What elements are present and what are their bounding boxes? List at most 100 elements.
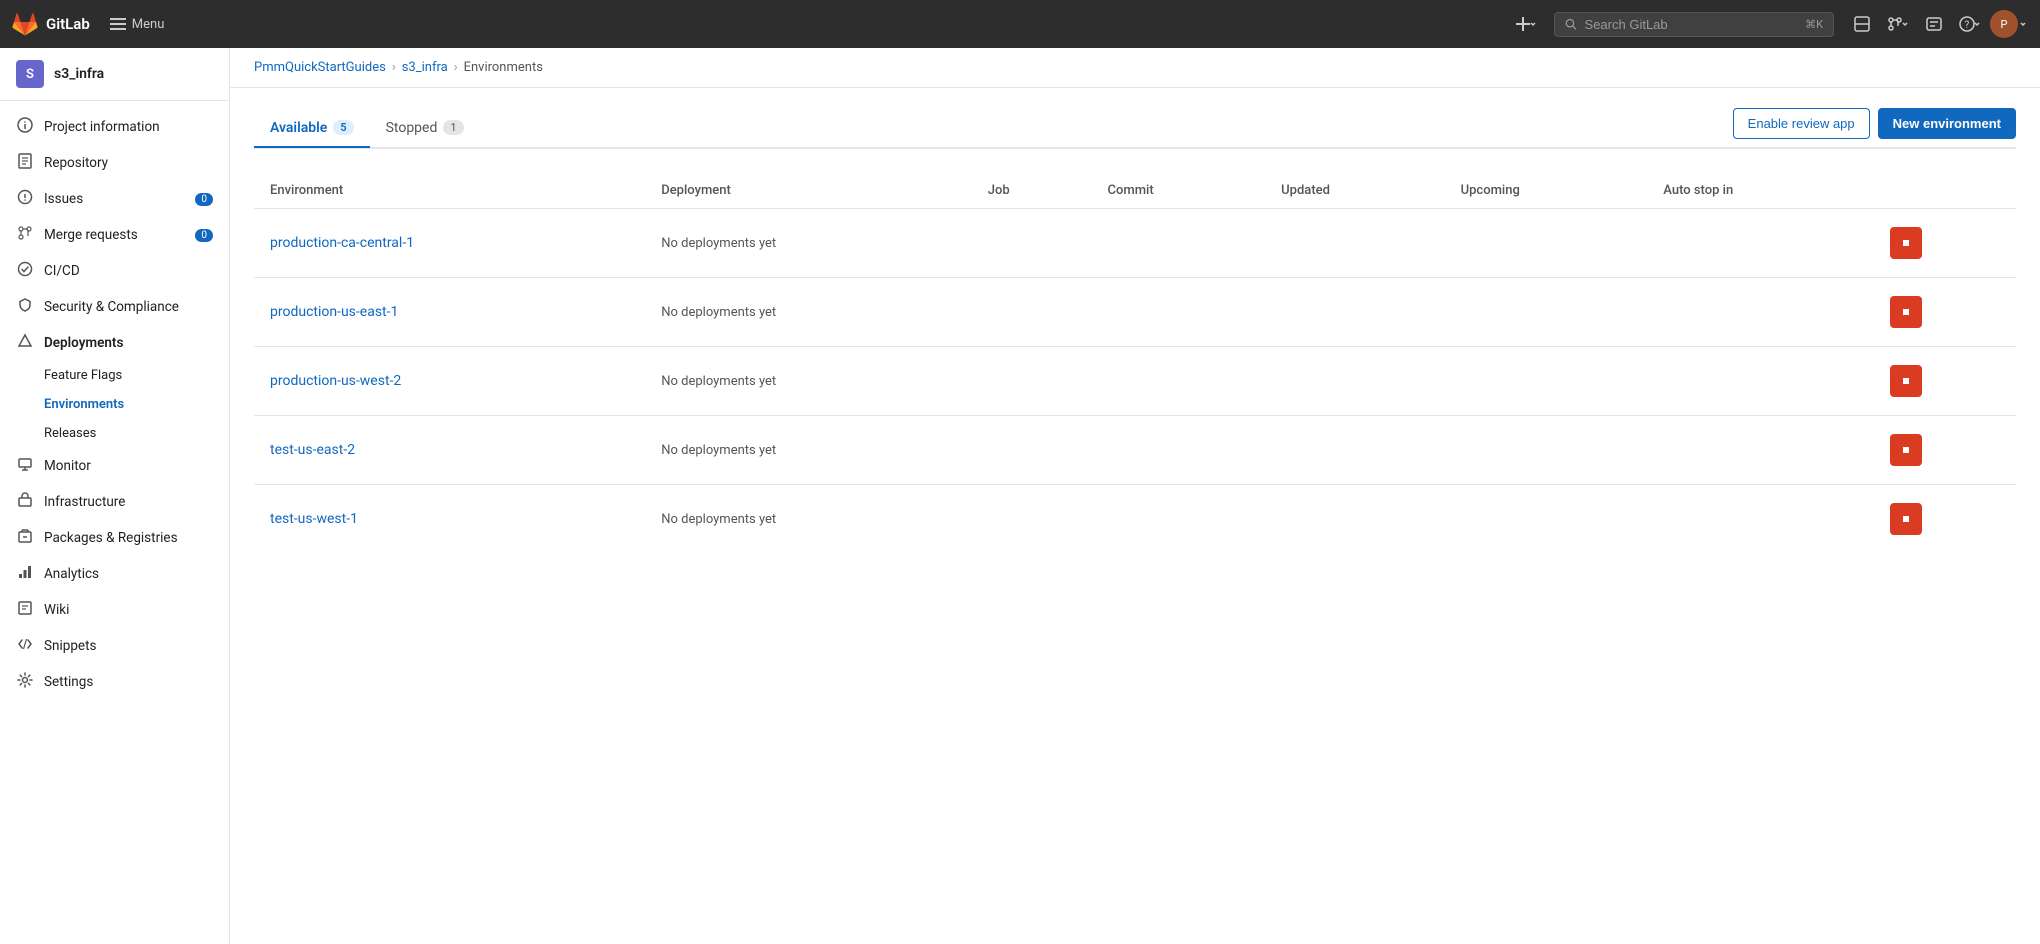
environments-label: Environments [44,397,124,412]
sidebar-item-snippets[interactable]: Snippets [0,628,229,664]
tab-available[interactable]: Available 5 [254,110,370,148]
env-updated-cell [1265,485,1444,554]
table-row: production-us-east-1 No deployments yet [254,278,2016,347]
env-updated-cell [1265,416,1444,485]
env-name-link[interactable]: production-us-east-1 [270,304,398,320]
stop-button[interactable] [1890,365,1922,397]
sidebar-item-cicd[interactable]: CI/CD [0,253,229,289]
menu-button[interactable]: Menu [102,13,173,36]
sidebar-item-monitor[interactable]: Monitor [0,448,229,484]
env-name-link[interactable]: production-us-west-2 [270,373,401,389]
sidebar-project-header[interactable]: S s3_infra [0,48,229,101]
env-upcoming-cell [1445,416,1648,485]
tab-available-count: 5 [333,120,353,135]
tab-stopped[interactable]: Stopped 1 [370,110,480,148]
hamburger-icon [110,18,126,30]
create-new-button[interactable] [1510,8,1542,40]
sidebar-label-issues: Issues [44,191,83,207]
env-name-link[interactable]: test-us-west-1 [270,511,358,527]
repository-icon [16,153,34,173]
feature-flags-label: Feature Flags [44,368,122,383]
gitlab-wordmark: GitLab [46,15,90,33]
sidebar-label-security: Security & Compliance [44,299,179,315]
env-name-link[interactable]: production-ca-central-1 [270,235,414,251]
sidebar-item-wiki[interactable]: Wiki [0,592,229,628]
infrastructure-icon [16,492,34,512]
sidebar-item-infrastructure[interactable]: Infrastructure [0,484,229,520]
settings-icon [16,672,34,692]
sidebar-item-releases[interactable]: Releases [44,419,229,448]
deployments-icon [16,333,34,353]
env-job-cell [972,209,1092,278]
col-environment: Environment [254,173,645,209]
packages-icon [16,528,34,548]
sidebar-item-packages[interactable]: Packages & Registries [0,520,229,556]
releases-label: Releases [44,426,96,441]
stop-button[interactable] [1890,434,1922,466]
breadcrumb-pmmquickstartguides[interactable]: PmmQuickStartGuides [254,60,386,75]
help-icon[interactable]: ? [1954,8,1986,40]
env-autostop-cell [1647,416,1873,485]
sidebar-item-environments[interactable]: Environments [44,390,229,419]
env-name-cell: production-us-east-1 [254,278,645,347]
environments-table: Environment Deployment Job Commit Update… [254,173,2016,553]
sidebar-item-feature-flags[interactable]: Feature Flags [44,361,229,390]
table-header: Environment Deployment Job Commit Update… [254,173,2016,209]
env-deployment-cell: No deployments yet [645,485,972,554]
sidebar-item-security[interactable]: Security & Compliance [0,289,229,325]
user-avatar[interactable]: P [1990,10,2018,38]
sidebar-label-merge-requests: Merge requests [44,227,138,243]
gitlab-logo[interactable]: GitLab [12,11,90,37]
breadcrumb-s3-infra[interactable]: s3_infra [402,60,448,75]
tabs-bar: Available 5 Stopped 1 Enable review app … [254,108,2016,149]
table-row: production-us-west-2 No deployments yet [254,347,2016,416]
env-action-cell [1874,485,2016,554]
env-name-cell: production-ca-central-1 [254,209,645,278]
tab-actions: Enable review app New environment [1733,108,2016,147]
env-deployment-cell: No deployments yet [645,209,972,278]
col-autostop: Auto stop in [1647,173,1873,209]
col-upcoming: Upcoming [1445,173,1648,209]
table-row: production-ca-central-1 No deployments y… [254,209,2016,278]
sidebar: S s3_infra Project information Repositor… [0,48,230,944]
breadcrumb-current: Environments [464,60,543,75]
security-icon [16,297,34,317]
sidebar-item-merge-requests[interactable]: Merge requests 0 [0,217,229,253]
stop-button[interactable] [1890,296,1922,328]
sidebar-item-analytics[interactable]: Analytics [0,556,229,592]
sidebar-label-settings: Settings [44,674,93,690]
tab-stopped-count: 1 [443,120,463,135]
stop-button[interactable] [1890,227,1922,259]
env-upcoming-cell [1445,278,1648,347]
env-name-link[interactable]: test-us-east-2 [270,442,355,458]
sidebar-item-repository[interactable]: Repository [0,145,229,181]
env-job-cell [972,485,1092,554]
merge-request-icon[interactable] [1882,8,1914,40]
enable-review-app-button[interactable]: Enable review app [1733,108,1870,139]
sidebar-item-settings[interactable]: Settings [0,664,229,700]
todo-icon[interactable] [1918,8,1950,40]
env-commit-cell [1092,416,1266,485]
avatar-dropdown-icon [2018,19,2028,29]
merge-requests-badge: 0 [195,229,213,242]
sidebar-item-issues[interactable]: Issues 0 [0,181,229,217]
breadcrumb-sep-2: › [454,60,458,75]
env-deployment-cell: No deployments yet [645,278,972,347]
env-autostop-cell [1647,209,1873,278]
sidebar-label-wiki: Wiki [44,602,69,618]
new-environment-button[interactable]: New environment [1878,108,2016,139]
page-body: Available 5 Stopped 1 Enable review app … [230,88,2040,573]
breadcrumb-sep-1: › [392,60,396,75]
table-row: test-us-east-2 No deployments yet [254,416,2016,485]
dock-icon[interactable] [1846,8,1878,40]
sidebar-item-project-information[interactable]: Project information [0,109,229,145]
snippets-icon [16,636,34,656]
search-bar[interactable]: ⌘K [1554,12,1834,37]
stop-button[interactable] [1890,503,1922,535]
sidebar-item-deployments[interactable]: Deployments [0,325,229,361]
sidebar-label-cicd: CI/CD [44,263,80,279]
breadcrumb: PmmQuickStartGuides › s3_infra › Environ… [230,48,2040,88]
issues-badge: 0 [195,193,213,206]
env-commit-cell [1092,209,1266,278]
search-input[interactable] [1585,17,1798,32]
